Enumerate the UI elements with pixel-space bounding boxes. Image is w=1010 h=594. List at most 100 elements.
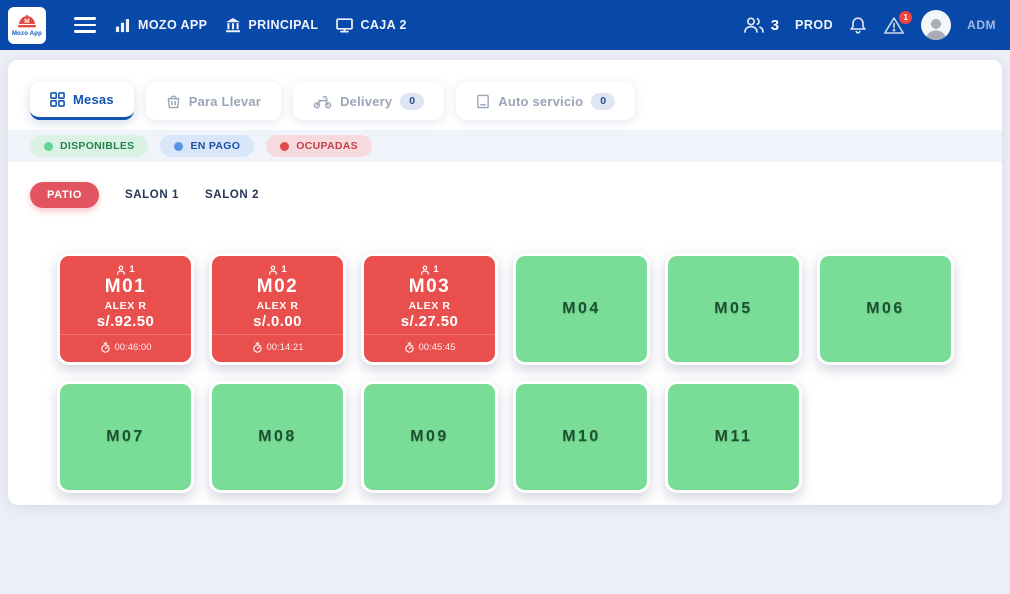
nav-item-caja[interactable]: CAJA 2 (336, 18, 406, 33)
legend-label: DISPONIBLES (60, 140, 134, 152)
area-salon-2[interactable]: SALON 2 (205, 189, 259, 201)
active-users[interactable]: 3 (743, 16, 779, 34)
table-id: M05 (714, 300, 753, 318)
guest-count: 1 (420, 264, 438, 275)
red-dot-icon (280, 142, 289, 151)
table-amount: s/.0.00 (253, 313, 302, 330)
legend-disponibles: DISPONIBLES (30, 135, 148, 157)
environment-label: PROD (795, 18, 833, 32)
legend-label: OCUPADAS (296, 140, 358, 152)
waiter-name: ALEX R (408, 300, 450, 312)
table-id: M09 (410, 428, 449, 446)
table-timer-value: 00:45:45 (419, 342, 456, 353)
takeout-bag-icon (166, 94, 181, 109)
bell-icon (849, 16, 867, 35)
tables-grid: 1 M01 ALEX R s/.92.50 00:46:00 1 M02 ALE… (57, 253, 1002, 493)
guest-count-value: 1 (281, 264, 286, 275)
table-timer: 00:14:21 (212, 334, 343, 353)
status-legend: DISPONIBLES EN PAGO OCUPADAS (8, 130, 1002, 162)
guest-count-value: 1 (433, 264, 438, 275)
table-card-m06[interactable]: M06 (817, 253, 954, 365)
table-card-m10[interactable]: M10 (513, 381, 650, 493)
area-patio[interactable]: PATIO (30, 182, 99, 208)
profile-avatar[interactable] (921, 10, 951, 40)
table-id: M10 (562, 428, 601, 446)
tab-delivery[interactable]: Delivery 0 (293, 82, 444, 120)
waiter-name: ALEX R (104, 300, 146, 312)
table-card-m11[interactable]: M11 (665, 381, 802, 493)
monitor-icon (336, 18, 353, 33)
table-timer-value: 00:14:21 (267, 342, 304, 353)
notifications-button[interactable] (849, 16, 867, 35)
table-card-m08[interactable]: M08 (209, 381, 346, 493)
tab-badge: 0 (591, 93, 615, 110)
stopwatch-icon (252, 342, 263, 353)
nav-item-mozo-app[interactable]: MOZO APP (114, 18, 207, 33)
table-id: M11 (715, 428, 753, 446)
tab-label: Delivery (340, 94, 392, 109)
table-id: M07 (106, 428, 145, 446)
table-id: M03 (409, 276, 450, 299)
service-tabs: Mesas Para Llevar Delivery 0 (8, 60, 1002, 130)
table-amount: s/.92.50 (97, 313, 154, 330)
alerts-badge: 1 (899, 11, 912, 24)
legend-label: EN PAGO (190, 140, 240, 152)
table-card-m02[interactable]: 1 M02 ALEX R s/.0.00 00:14:21 (209, 253, 346, 365)
guest-count: 1 (116, 264, 134, 275)
tab-label: Mesas (73, 92, 114, 107)
users-icon (743, 16, 765, 34)
cloche-icon: M (17, 14, 37, 30)
table-id: M08 (258, 428, 297, 446)
table-id: M02 (257, 276, 298, 299)
table-card-m09[interactable]: M09 (361, 381, 498, 493)
table-timer: 00:45:45 (364, 334, 495, 353)
legend-en-pago: EN PAGO (160, 135, 254, 157)
logo-title: Mozo App (12, 31, 42, 37)
table-card-m04[interactable]: M04 (513, 253, 650, 365)
table-card-m07[interactable]: M07 (57, 381, 194, 493)
bank-icon (225, 18, 241, 33)
person-icon (420, 265, 430, 275)
tab-label: Para Llevar (189, 94, 261, 109)
person-icon (116, 265, 126, 275)
stopwatch-icon (100, 342, 111, 353)
chart-icon (114, 18, 131, 33)
table-amount: s/.27.50 (401, 313, 458, 330)
table-card-m03[interactable]: 1 M03 ALEX R s/.27.50 00:45:45 (361, 253, 498, 365)
tab-mesas[interactable]: Mesas (30, 82, 134, 120)
legend-ocupadas: OCUPADAS (266, 135, 372, 157)
kiosk-icon (476, 94, 490, 109)
table-timer: 00:46:00 (60, 334, 191, 353)
blue-dot-icon (174, 142, 183, 151)
tab-auto-servicio[interactable]: Auto servicio 0 (456, 82, 635, 120)
nav-item-label: MOZO APP (138, 18, 207, 32)
svg-text:M: M (24, 18, 29, 25)
person-silhouette-icon (923, 14, 949, 40)
table-card-m05[interactable]: M05 (665, 253, 802, 365)
tab-label: Auto servicio (498, 94, 583, 109)
alerts-button[interactable]: 1 (883, 16, 905, 35)
guest-count-value: 1 (129, 264, 134, 275)
guest-count: 1 (268, 264, 286, 275)
table-card-m01[interactable]: 1 M01 ALEX R s/.92.50 00:46:00 (57, 253, 194, 365)
grid-icon (50, 92, 65, 107)
table-id: M04 (562, 300, 601, 318)
area-salon-1[interactable]: SALON 1 (125, 189, 179, 201)
person-icon (268, 265, 278, 275)
tab-para-llevar[interactable]: Para Llevar (146, 82, 281, 120)
main-panel: Mesas Para Llevar Delivery 0 (8, 60, 1002, 505)
navbar-right: 3 PROD 1 ADM (743, 10, 996, 40)
active-users-count: 3 (771, 17, 779, 34)
nav-item-principal[interactable]: PRINCIPAL (225, 18, 318, 33)
top-navbar: M Mozo App MOZO APP PRINCIPAL CAJA 2 (0, 0, 1010, 50)
nav-item-label: PRINCIPAL (248, 18, 318, 32)
tab-badge: 0 (400, 93, 424, 110)
hamburger-menu-icon[interactable] (74, 17, 96, 33)
motorcycle-icon (313, 94, 332, 109)
app-logo[interactable]: M Mozo App (8, 7, 46, 44)
nav-item-label: CAJA 2 (360, 18, 406, 32)
table-id: M01 (105, 276, 146, 299)
waiter-name: ALEX R (256, 300, 298, 312)
area-selector: PATIO SALON 1 SALON 2 (8, 162, 1002, 208)
profile-name: ADM (967, 18, 996, 32)
